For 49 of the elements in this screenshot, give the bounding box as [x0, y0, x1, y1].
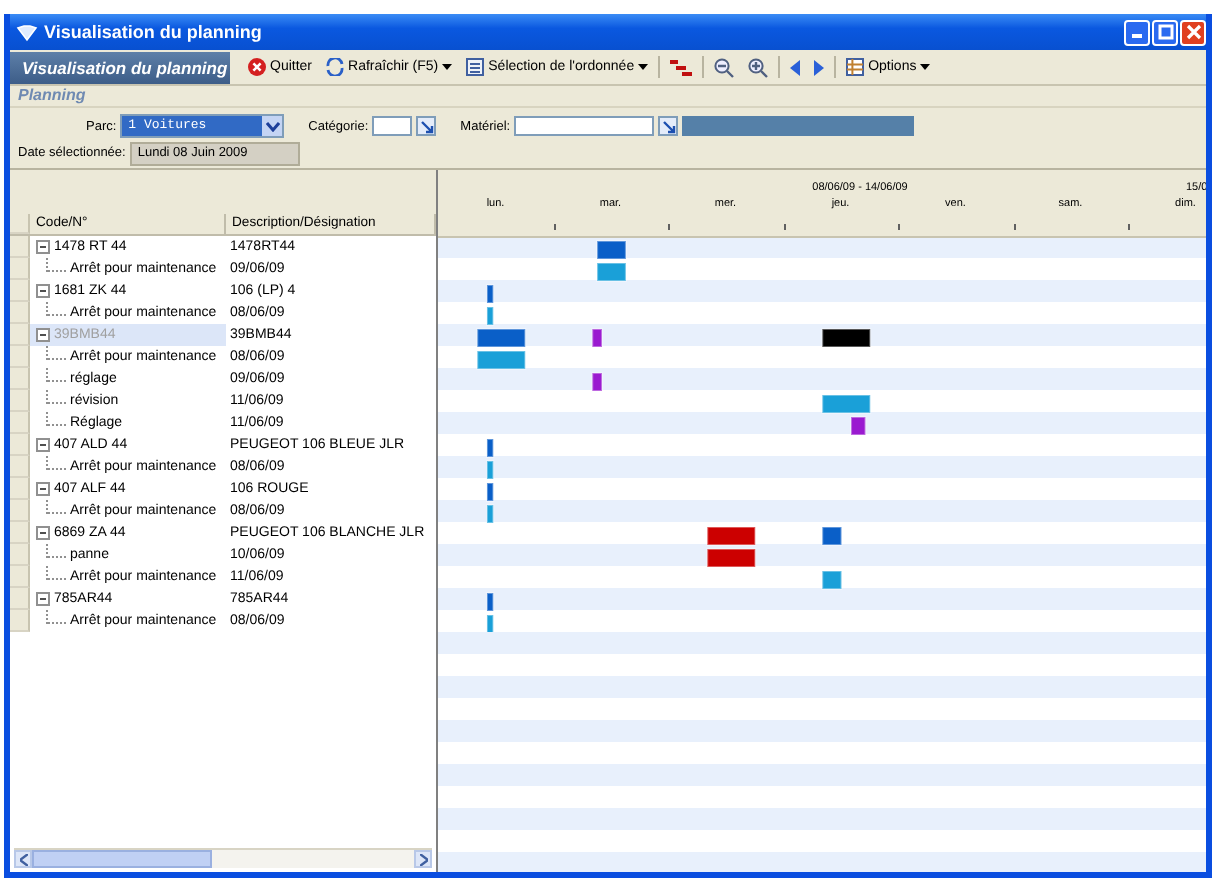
- close-icon: [1185, 24, 1201, 40]
- previous-button[interactable]: [786, 59, 805, 75]
- grid-icon: [846, 58, 865, 76]
- close-button[interactable]: [1180, 19, 1206, 45]
- maximize-icon: [1157, 24, 1173, 40]
- window-title: Visualisation du planning: [44, 22, 264, 42]
- caret-icon: [638, 64, 649, 70]
- toolbar-title: Visualisation du planning: [10, 51, 230, 83]
- collapse-icon[interactable]: [36, 284, 50, 298]
- category-field[interactable]: [372, 116, 413, 136]
- tree-connector: [46, 301, 66, 315]
- caret-icon: [920, 64, 931, 70]
- section-title: Planning: [10, 86, 1206, 108]
- horizontal-scrollbar[interactable]: [14, 848, 432, 868]
- collapse-icon[interactable]: [36, 328, 50, 342]
- collapse-icon[interactable]: [36, 438, 50, 452]
- chevron-icon: [265, 121, 280, 131]
- zoom-out-icon: [714, 57, 735, 77]
- picker-button[interactable]: [658, 116, 679, 136]
- row-header[interactable]: [10, 390, 30, 412]
- row-header[interactable]: [10, 368, 30, 390]
- close-circle-icon: [248, 58, 266, 76]
- next-button[interactable]: [810, 59, 829, 75]
- zoom-in-icon: [748, 57, 769, 77]
- zoom-out-button[interactable]: [710, 57, 739, 77]
- tree-connector: [46, 455, 66, 469]
- zoom-in-button[interactable]: [744, 57, 773, 77]
- tree-connector: [46, 257, 66, 271]
- refresh-icon: [326, 58, 345, 76]
- maximize-button[interactable]: [1152, 19, 1178, 45]
- scrollbar-thumb[interactable]: [32, 850, 212, 868]
- right-arrow-icon: [814, 59, 825, 75]
- picker-button[interactable]: [416, 116, 437, 136]
- tree-connector: [46, 499, 66, 513]
- tree-connector: [46, 609, 66, 623]
- toolbar-button[interactable]: [666, 59, 697, 75]
- arrow-icon: [419, 119, 434, 133]
- app-icon: [16, 23, 38, 41]
- left-arrow-icon: [790, 59, 801, 75]
- material-field[interactable]: [514, 116, 655, 136]
- arrow-icon: [661, 119, 676, 133]
- minimize-button[interactable]: [1124, 19, 1150, 45]
- collapse-icon[interactable]: [36, 482, 50, 496]
- collapse-icon[interactable]: [36, 526, 50, 540]
- collapse-icon[interactable]: [36, 592, 50, 606]
- caret-icon: [442, 64, 453, 70]
- gantt-icon: [670, 59, 693, 75]
- list-icon: [466, 58, 485, 76]
- collapse-icon[interactable]: [36, 240, 50, 254]
